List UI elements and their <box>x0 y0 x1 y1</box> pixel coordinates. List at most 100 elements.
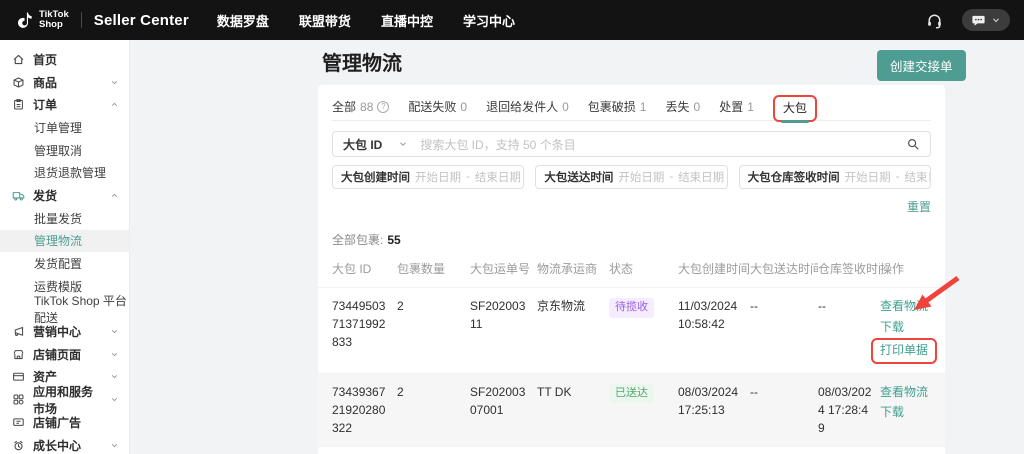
cell-waybill: SF20200307001 <box>470 383 537 419</box>
cell-status: 已送达 <box>609 383 678 404</box>
view-logistics-link[interactable]: 查看物流 <box>880 383 928 402</box>
marketing-icon <box>12 325 25 338</box>
search-icon[interactable] <box>906 137 920 151</box>
chevron-down-icon <box>110 372 119 381</box>
sidebar-item-platform-delivery[interactable]: TikTok Shop 平台配送 <box>0 298 129 321</box>
sidebar-label: 订单 <box>33 96 57 113</box>
divider <box>81 12 82 28</box>
status-badge: 已送达 <box>609 384 654 404</box>
shipping-icon <box>12 189 25 202</box>
package-count-summary: 全部包裹:55 <box>332 231 931 248</box>
cell-package-id: 7344950371371992833 <box>332 297 397 351</box>
cell-delivered: -- <box>750 297 818 315</box>
sidebar-item-shop-pages[interactable]: 店铺页面 <box>0 343 129 366</box>
sidebar-item-bulk-shipping[interactable]: 批量发货 <box>0 207 129 230</box>
sidebar-item-manage-cancellations[interactable]: 管理取消 <box>0 139 129 162</box>
sidebar-label: 成长中心 <box>33 437 81 454</box>
table-header: 大包 ID包裹数量 大包运单号物流承运商 状态大包创建时间 大包送达时间仓库签收… <box>318 248 945 287</box>
filter-created-time[interactable]: 大包创建时间 开始日期 - 结束日期 <box>332 165 524 189</box>
cell-created: 11/03/2024 10:58:42 <box>678 297 750 333</box>
home-icon <box>12 53 25 66</box>
red-annotation-box-print: 打印单据 <box>871 338 937 364</box>
sidebar: 首页 商品 订单 订单管理 管理取消 退货退款管理 发货 批量发货 管理物流 发… <box>0 40 130 454</box>
sidebar-item-shipping[interactable]: 发货 <box>0 184 129 207</box>
cell-delivered: -- <box>750 383 818 401</box>
status-tabs: 全部88 ? 配送失败0 退回给发件人0 包裹破损1 丢失0 处置1 <box>332 93 931 121</box>
chevron-down-icon <box>110 395 119 404</box>
create-handover-button[interactable]: 创建交接单 <box>877 50 966 81</box>
nav-link-affiliate[interactable]: 联盟带货 <box>299 11 351 30</box>
page-title: 管理物流 <box>322 47 402 76</box>
logo-text: TikTokShop <box>39 10 69 31</box>
sidebar-item-products[interactable]: 商品 <box>0 71 129 94</box>
cell-waybill: SF20200311 <box>470 297 537 333</box>
tab-delivery-failed[interactable]: 配送失败0 <box>408 98 467 115</box>
cell-created: 08/03/2024 17:25:13 <box>678 383 750 419</box>
download-link[interactable]: 下载 <box>880 403 904 422</box>
nav-link-live-center[interactable]: 直播中控 <box>381 11 433 30</box>
sidebar-item-returns-refunds[interactable]: 退货退款管理 <box>0 161 129 184</box>
nav-link-learning-center[interactable]: 学习中心 <box>463 11 515 30</box>
product-icon <box>12 76 25 89</box>
print-document-link[interactable]: 打印单据 <box>880 343 928 357</box>
chevron-down-icon <box>398 139 408 149</box>
sidebar-item-home[interactable]: 首页 <box>0 48 129 71</box>
cell-carrier: 京东物流 <box>537 297 609 315</box>
date-filters: 大包创建时间 开始日期 - 结束日期 大包送达时间 开始日期 - 结束日期 大包… <box>332 165 931 189</box>
apps-icon <box>12 393 25 406</box>
tab-lost[interactable]: 丢失0 <box>665 98 700 115</box>
headset-icon[interactable] <box>925 11 944 30</box>
tab-disposal[interactable]: 处置1 <box>719 98 754 115</box>
logistics-panel: 全部88 ? 配送失败0 退回给发件人0 包裹破损1 丢失0 处置1 <box>318 85 945 454</box>
seller-center-title: Seller Center <box>94 12 189 29</box>
view-logistics-link[interactable]: 查看物流 <box>880 297 928 316</box>
table-row: 7343936721920280322 2 SF20200307001 TT D… <box>318 373 945 446</box>
cell-package-id: 7343936721920280322 <box>332 383 397 437</box>
nav-link-data-compass[interactable]: 数据罗盘 <box>217 11 269 30</box>
table-row: 7343919074843690753 2 SF23456789 TT DK 已… <box>318 446 945 454</box>
cell-signed: -- <box>818 297 880 315</box>
main-content: 管理物流 创建交接单 全部88 ? 配送失败0 退回给发件人0 包裹破损1 <box>130 40 1024 454</box>
filter-warehouse-signed-time[interactable]: 大包仓库签收时间 开始日期 - 结束日期 <box>739 165 931 189</box>
tab-returned-to-sender[interactable]: 退回给发件人0 <box>486 98 569 115</box>
sidebar-label: 店铺页面 <box>33 346 81 363</box>
sidebar-item-shipping-settings[interactable]: 发货配置 <box>0 252 129 275</box>
ads-icon <box>12 416 25 429</box>
chevron-up-icon <box>110 191 119 200</box>
cell-actions: 查看物流 下载 打印单据 <box>880 297 945 364</box>
sidebar-item-shop-ads[interactable]: 店铺广告 <box>0 411 129 434</box>
growth-icon <box>12 439 25 452</box>
cell-qty: 2 <box>397 297 470 315</box>
download-link[interactable]: 下载 <box>880 318 904 337</box>
reset-button[interactable]: 重置 <box>907 200 931 214</box>
tiktok-shop-logo[interactable]: TikTokShop <box>14 10 69 31</box>
chevron-down-icon <box>110 350 119 359</box>
sidebar-item-app-service-market[interactable]: 应用和服务市场 <box>0 388 129 411</box>
red-annotation-box-tab: 大包 <box>773 95 817 122</box>
filter-delivered-time[interactable]: 大包送达时间 开始日期 - 结束日期 <box>535 165 727 189</box>
message-bubble-icon <box>971 13 986 28</box>
cell-signed: 08/03/2024 17:28:49 <box>818 383 880 437</box>
tab-all[interactable]: 全部88 ? <box>332 98 389 115</box>
status-badge: 待揽收 <box>609 298 654 318</box>
tab-package-damaged[interactable]: 包裹破损1 <box>588 98 647 115</box>
cell-actions: 查看物流 下载 <box>880 383 936 422</box>
sidebar-item-orders[interactable]: 订单 <box>0 93 129 116</box>
sidebar-item-growth-center[interactable]: 成长中心 <box>0 434 129 454</box>
sidebar-label: 发货 <box>33 187 57 204</box>
sidebar-label: 首页 <box>33 51 57 68</box>
search-input[interactable]: 搜索大包 ID，支持 50 个条目 <box>420 136 906 153</box>
cell-carrier: TT DK <box>537 383 609 401</box>
question-circle-icon[interactable]: ? <box>377 101 389 113</box>
tab-big-package[interactable]: 大包 <box>783 99 807 116</box>
search-bar[interactable]: 大包 ID 搜索大包 ID，支持 50 个条目 <box>332 131 931 157</box>
sidebar-label: 营销中心 <box>33 323 81 340</box>
chevron-up-icon <box>110 100 119 109</box>
table-row: 7344950371371992833 2 SF20200311 京东物流 待揽… <box>318 287 945 373</box>
sidebar-label: 应用和服务市场 <box>33 383 102 417</box>
search-field-selector[interactable]: 大包 ID <box>343 136 382 153</box>
sidebar-item-manage-logistics[interactable]: 管理物流 <box>0 230 129 253</box>
sidebar-item-order-management[interactable]: 订单管理 <box>0 116 129 139</box>
cell-qty: 2 <box>397 383 470 401</box>
messages-menu[interactable] <box>962 9 1010 31</box>
